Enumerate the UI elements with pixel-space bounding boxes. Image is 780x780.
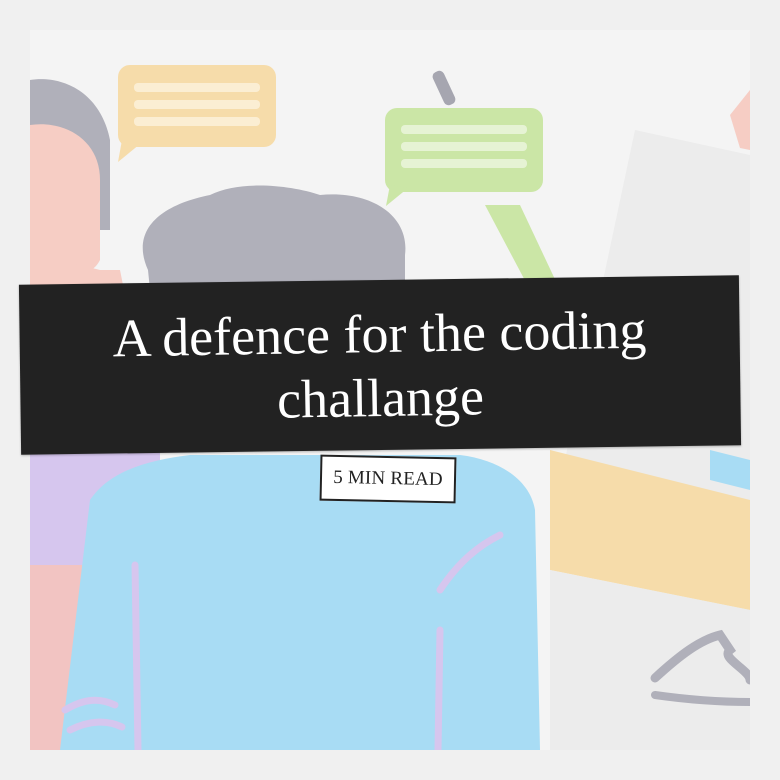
speech-bubble-green — [385, 108, 543, 206]
title-banner: A defence for the coding challange — [18, 275, 742, 455]
article-title: A defence for the coding challange — [112, 299, 647, 430]
speech-bubble-orange — [118, 65, 276, 162]
read-time-badge: 5 MIN READ — [319, 454, 457, 504]
